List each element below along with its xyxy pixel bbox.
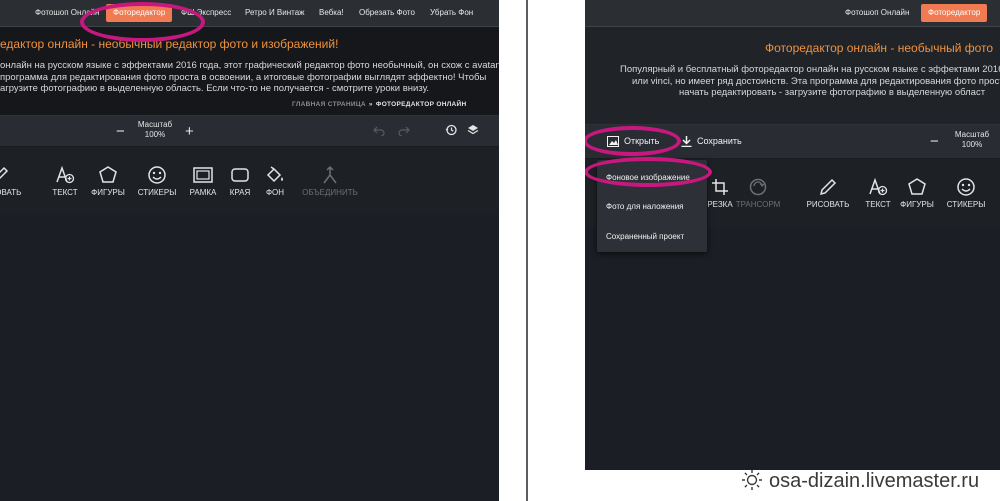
tool-transform-label: ТРАНСОРМ [735, 200, 781, 209]
text-add-icon [869, 177, 888, 196]
nav-crop-photo[interactable]: Обрезать Фото [359, 4, 415, 22]
zoom-title: Масштаб [954, 130, 990, 139]
tool-stickers[interactable]: СТИКЕРЫ [936, 177, 996, 209]
tool-background[interactable]: ФОН [245, 165, 305, 197]
redo-icon[interactable] [398, 126, 410, 136]
smiley-icon [148, 166, 166, 184]
sun-logo-icon [742, 469, 762, 490]
tool-draw[interactable]: РИСОВАТЬ [0, 165, 30, 197]
pencil-icon [819, 178, 837, 196]
shapes-icon [908, 178, 926, 195]
highlight-background-image-item [585, 157, 712, 187]
zoom-value: 100% [961, 140, 983, 149]
page-header: едактор онлайн - необычный редактор фото… [0, 27, 499, 116]
highlight-open-button [585, 126, 681, 156]
layers-icon[interactable] [467, 124, 479, 136]
tool-stickers-label: СТИКЕРЫ [946, 200, 986, 209]
top-navigation: Фотошоп Онлайн Фоторедактор [585, 0, 1000, 27]
tool-merge-label: ОБЪЕДИНИТЬ [302, 188, 358, 197]
shapes-icon [99, 166, 117, 183]
zoom-title: Масштаб [137, 120, 173, 129]
history-icon[interactable] [445, 124, 457, 136]
tool-transform[interactable]: ТРАНСОРМ [728, 177, 788, 209]
zoom-control: Масштаб 100% [130, 120, 180, 140]
pencil-icon [0, 166, 9, 180]
save-label: Сохранить [697, 136, 742, 146]
tool-draw-label: РИСОВАТЬ [0, 188, 22, 197]
smiley-icon [957, 178, 975, 196]
editor-toolbar: − Масштаб 100% + [0, 116, 499, 147]
save-button[interactable]: Сохранить [681, 131, 742, 151]
description-line-3: агрузите фотографию в выделенную область… [0, 83, 430, 94]
watermark-text: osa-dizain.livemaster.ru [769, 470, 980, 492]
top-navigation: Фотошоп Онлайн Фоторедактор ФШ Экспресс … [0, 0, 499, 27]
rotate-icon [749, 178, 767, 196]
undo-icon[interactable] [373, 126, 385, 136]
editor-canvas[interactable] [0, 215, 499, 501]
nav-webcam[interactable]: Вебка! [319, 4, 344, 22]
description-line-1: онлайн на русском языке с эффектами 2016… [0, 60, 499, 71]
editor-canvas[interactable] [585, 227, 1000, 470]
tool-merge[interactable]: ОБЪЕДИНИТЬ [300, 165, 360, 197]
menu-item-overlay-photo[interactable]: Фото для наложения [606, 202, 684, 211]
menu-item-saved-project[interactable]: Сохраненный проект [606, 232, 684, 241]
nav-photoshop-online[interactable]: Фотошоп Онлайн [845, 4, 909, 22]
paint-bucket-icon [266, 166, 283, 183]
description-line-2: программа для редактирования фото проста… [0, 71, 487, 83]
left-screenshot: Фотошоп Онлайн Фоторедактор ФШ Экспресс … [0, 0, 499, 501]
breadcrumb-current: ФОТОРЕДАКТОР ОНЛАЙН [375, 101, 467, 108]
description-line-2: или vinci, но имеет ряд достоинств. Эта … [632, 75, 1000, 87]
tool-background-label: ФОН [265, 188, 285, 197]
nav-retro-vintage[interactable]: Ретро И Винтаж [245, 4, 305, 22]
breadcrumb-home[interactable]: ГЛАВНАЯ СТРАНИЦА [292, 101, 366, 108]
breadcrumb-separator: » [368, 101, 373, 108]
nav-remove-background[interactable]: Убрать Фон [430, 4, 473, 22]
right-screenshot: Фотошоп Онлайн Фоторедактор Фоторедактор… [585, 0, 1000, 501]
zoom-control: Масштаб 100% [947, 130, 997, 150]
tools-row: РИСОВАТЬ ТЕКСТ ФИГУРЫ СТИКЕРЫ РАМКА КРАЯ [0, 147, 499, 215]
highlight-photo-editor-tab [80, 2, 205, 42]
zoom-value: 100% [144, 130, 166, 139]
nav-photo-editor[interactable]: Фоторедактор [921, 4, 988, 22]
photo-editor-page-open-menu: Фотошоп Онлайн Фоторедактор Фоторедактор… [585, 0, 1000, 470]
watermark: osa-dizain.livemaster.ru [741, 469, 980, 492]
zoom-out-button[interactable]: − [116, 124, 125, 139]
page-header: Фоторедактор онлайн - необычный фото Поп… [585, 27, 1000, 125]
zoom-in-button[interactable]: + [185, 124, 194, 139]
photo-editor-page: Фотошоп Онлайн Фоторедактор ФШ Экспресс … [0, 0, 499, 501]
crop-icon [712, 179, 728, 195]
breadcrumb: ГЛАВНАЯ СТРАНИЦА» ФОТОРЕДАКТОР ОНЛАЙН [292, 101, 467, 108]
description-line-3: начать редактировать - загрузите фотогра… [679, 87, 986, 98]
download-icon [681, 136, 692, 148]
page-title: Фоторедактор онлайн - необычный фото [765, 41, 994, 55]
zoom-out-button[interactable]: − [930, 134, 939, 149]
merge-icon [323, 165, 337, 184]
description-line-1: Популярный и бесплатный фоторедактор онл… [620, 64, 1000, 75]
divider-line [526, 0, 528, 501]
text-add-icon [56, 165, 75, 184]
